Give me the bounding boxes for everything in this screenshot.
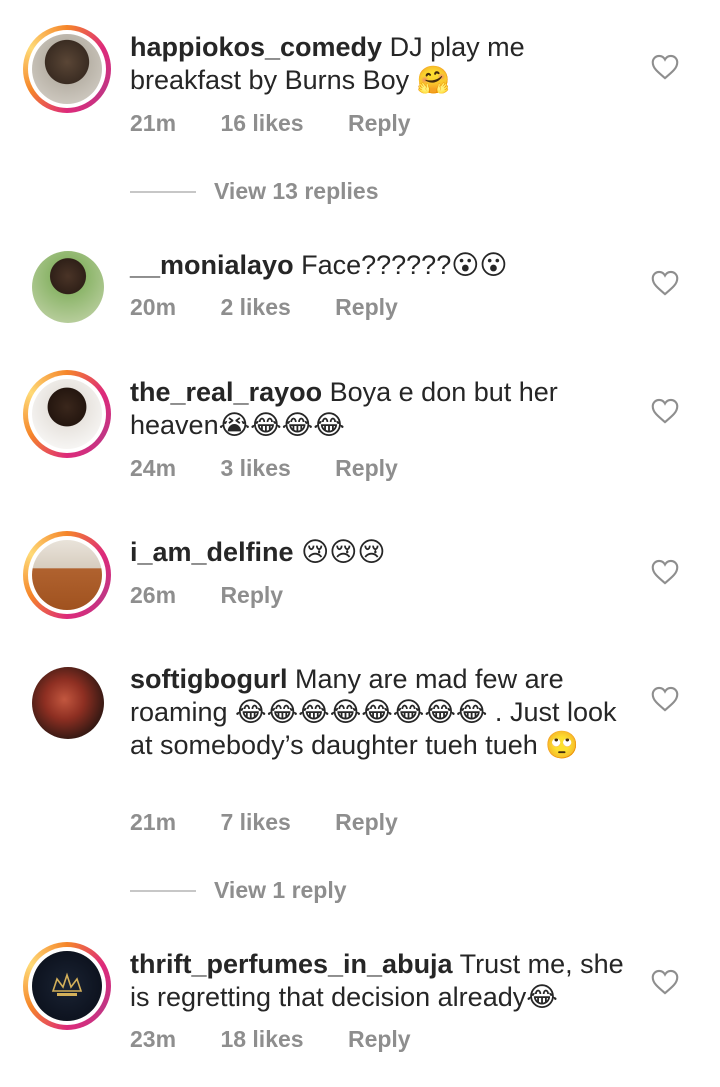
comment-text: 😢😢😢 (301, 537, 386, 567)
timestamp: 20m (130, 294, 177, 320)
likes-count[interactable]: 3 likes (220, 455, 290, 482)
reply-button[interactable]: Reply (335, 455, 398, 482)
comment-body: __monialayo Face??????😮😮 (130, 249, 640, 282)
heart-outline-icon[interactable] (651, 969, 679, 995)
comment-body: happiokos_comedy DJ play me breakfast by… (130, 31, 640, 97)
avatar[interactable] (32, 667, 104, 739)
username[interactable]: thrift_perfumes_in_abuja (130, 949, 453, 979)
username[interactable]: softigbogurl (130, 664, 287, 694)
avatar[interactable] (23, 531, 111, 619)
reply-button[interactable]: Reply (335, 809, 398, 836)
comment-body: i_am_delfine 😢😢😢 (130, 536, 640, 569)
comment-body: softigbogurl Many are mad few are roamin… (130, 663, 640, 762)
comment-body: thrift_perfumes_in_abuja Trust me, she i… (130, 948, 640, 1014)
divider-line (130, 190, 196, 193)
comment-meta: 21m 7 likes Reply (130, 809, 436, 836)
timestamp: 26m (130, 582, 177, 608)
comment-text: Face??????😮😮 (301, 250, 508, 280)
brand-logo-icon (51, 972, 83, 996)
reply-button[interactable]: Reply (348, 1026, 411, 1053)
timestamp: 21m (130, 110, 177, 136)
likes-count[interactable]: 7 likes (220, 809, 290, 836)
timestamp: 24m (130, 455, 177, 481)
comment-body: the_real_rayoo Boya e don but her heaven… (130, 376, 640, 442)
comment-meta: 20m 2 likes Reply (130, 294, 436, 321)
username[interactable]: happiokos_comedy (130, 32, 382, 62)
reply-button[interactable]: Reply (348, 110, 411, 137)
avatar[interactable] (23, 25, 111, 113)
comment-meta: 23m 18 likes Reply (130, 1026, 449, 1053)
username[interactable]: i_am_delfine (130, 537, 294, 567)
view-replies-button[interactable]: View 1 reply (130, 877, 347, 904)
avatar[interactable] (23, 370, 111, 458)
timestamp: 21m (130, 809, 177, 835)
username[interactable]: the_real_rayoo (130, 377, 322, 407)
comment-meta: 26m Reply (130, 582, 321, 609)
heart-outline-icon[interactable] (651, 54, 679, 80)
heart-outline-icon[interactable] (651, 686, 679, 712)
view-replies-label: View 1 reply (214, 877, 347, 903)
avatar[interactable] (23, 942, 111, 1030)
username[interactable]: __monialayo (130, 250, 294, 280)
heart-outline-icon[interactable] (651, 398, 679, 424)
view-replies-label: View 13 replies (214, 178, 379, 204)
timestamp: 23m (130, 1026, 177, 1052)
reply-button[interactable]: Reply (335, 294, 398, 321)
divider-line (130, 889, 196, 892)
reply-button[interactable]: Reply (220, 582, 283, 609)
comment-meta: 21m 16 likes Reply (130, 110, 449, 137)
likes-count[interactable]: 18 likes (220, 1026, 303, 1053)
comment-meta: 24m 3 likes Reply (130, 455, 436, 482)
view-replies-button[interactable]: View 13 replies (130, 178, 379, 205)
heart-outline-icon[interactable] (651, 559, 679, 585)
likes-count[interactable]: 2 likes (220, 294, 290, 321)
likes-count[interactable]: 16 likes (220, 110, 303, 137)
avatar[interactable] (32, 251, 104, 323)
heart-outline-icon[interactable] (651, 270, 679, 296)
